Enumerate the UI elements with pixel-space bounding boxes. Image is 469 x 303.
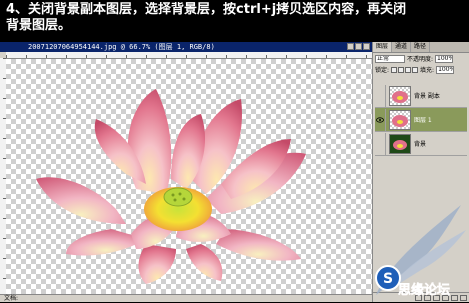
lock-icons	[391, 66, 419, 73]
petal	[36, 177, 126, 224]
lotus-flower-image	[36, 89, 306, 284]
layer-thumbnail	[389, 85, 411, 106]
horizontal-ruler[interactable]	[6, 52, 372, 59]
layer-thumbnail	[389, 109, 411, 130]
layer-name: 图层 1	[414, 117, 432, 124]
lock-transparency-icon[interactable]	[391, 66, 398, 73]
tab-layers[interactable]: 图层	[373, 42, 393, 52]
panel-bottom-toolbar	[373, 292, 469, 302]
layer-row-layer-1[interactable]: 图层 1	[375, 108, 467, 132]
caption-line-2: 背景图层。	[6, 18, 72, 33]
maximize-button[interactable]	[355, 43, 362, 50]
lock-all-icon[interactable]	[412, 66, 419, 73]
opacity-input[interactable]: 100%	[435, 54, 454, 63]
opacity-label: 不透明度:	[407, 56, 434, 63]
window-buttons	[347, 43, 370, 51]
petal	[186, 244, 223, 281]
layer-style-icon[interactable]	[424, 294, 431, 301]
layer-name: 背景	[414, 141, 427, 148]
blend-mode-select[interactable]: 正常	[375, 54, 405, 63]
tab-channels[interactable]: 通道	[392, 42, 412, 52]
photoshop-window: 20071207064954144.jpg @ 66.7% (图层 1, RGB…	[0, 42, 469, 302]
minimize-button[interactable]	[347, 43, 354, 50]
close-button[interactable]	[363, 43, 370, 50]
lock-row: 锁定: 填充: 100%	[373, 64, 469, 75]
layer-name: 背景 副本	[414, 93, 440, 100]
document-canvas[interactable]	[6, 59, 372, 294]
status-bar: 文档:	[0, 294, 372, 302]
lock-move-icon[interactable]	[405, 66, 412, 73]
document-title-bar[interactable]: 20071207064954144.jpg @ 66.7% (图层 1, RGB…	[0, 42, 372, 52]
trash-icon[interactable]	[460, 294, 467, 301]
new-layer-icon[interactable]	[451, 294, 458, 301]
fill-input[interactable]: 100%	[436, 65, 455, 74]
panel-tabs: 图层 通道 路径	[373, 42, 469, 53]
mask-icon[interactable]	[433, 294, 440, 301]
eye-icon[interactable]	[375, 108, 386, 131]
visibility-toggle[interactable]	[375, 84, 386, 107]
status-text: 文档:	[4, 295, 19, 302]
lock-label: 锁定:	[375, 67, 390, 74]
seed-pod	[163, 187, 193, 207]
link-layers-icon[interactable]	[415, 294, 422, 301]
layer-row-background-copy[interactable]: 背景 副本	[375, 84, 467, 108]
tab-paths[interactable]: 路径	[411, 42, 431, 52]
petal	[127, 89, 172, 194]
caption-line-1: 4、关闭背景副本图层，选择背景层，按ctrl+j拷贝选区内容，再关闭	[6, 2, 407, 17]
new-group-icon[interactable]	[442, 294, 449, 301]
layer-row-background[interactable]: 背景	[375, 132, 467, 156]
lock-paint-icon[interactable]	[398, 66, 405, 73]
petal	[138, 244, 176, 284]
blend-row: 正常 不透明度: 100%	[373, 53, 469, 64]
tutorial-caption: 4、关闭背景副本图层，选择背景层，按ctrl+j拷贝选区内容，再关闭 背景图层。	[0, 0, 469, 48]
fill-label: 填充:	[420, 67, 435, 74]
layer-thumbnail	[389, 133, 411, 154]
visibility-toggle[interactable]	[375, 132, 386, 155]
document-title: 20071207064954144.jpg @ 66.7% (图层 1, RGB…	[28, 43, 215, 51]
layers-panel: 图层 通道 路径 正常 不透明度: 100% 锁定: 填充: 100% 背景 副…	[372, 42, 469, 302]
